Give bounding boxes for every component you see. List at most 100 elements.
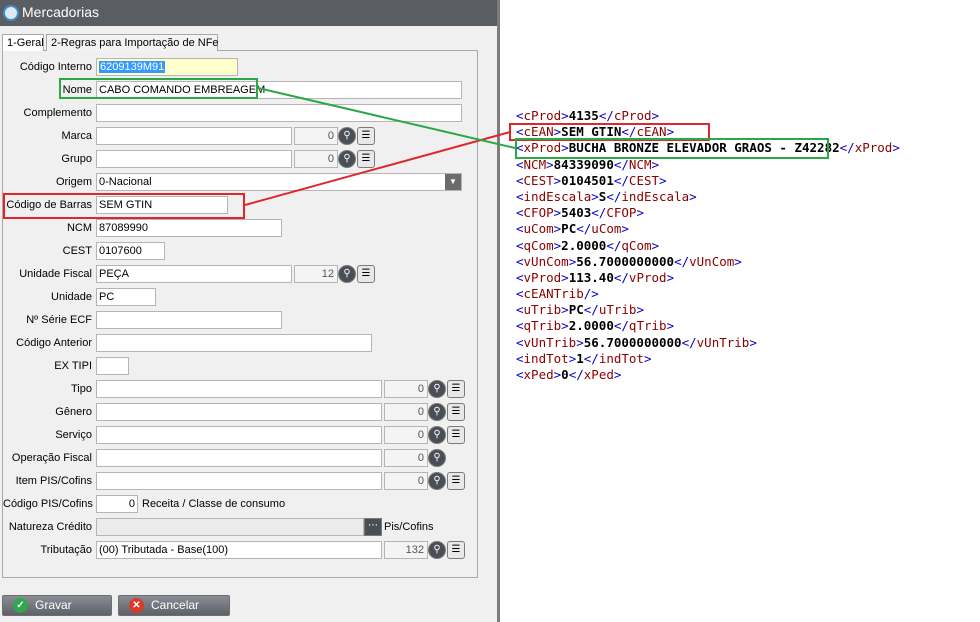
natureza-credito-suffix: Pis/Cofins [384,521,434,533]
xml-tag-name: vUnCom [689,253,735,269]
cancel-button[interactable]: ✕ Cancelar [118,595,230,616]
item-pis-cofins-lookup-magnifier-icon[interactable]: ⚲ [428,472,446,490]
genero-lookup-magnifier-icon[interactable]: ⚲ [428,403,446,421]
genero-list-icon[interactable]: ☰ [447,403,465,421]
grupo-lookup-magnifier-icon[interactable]: ⚲ [338,150,356,168]
button-bar: ✓ Gravar ✕ Cancelar [0,595,497,617]
unidade-fiscal-list-icon[interactable]: ☰ [357,265,375,283]
xml-line-xPed: <xPed>0</xPed> [516,367,900,383]
ex-tipi-input[interactable] [96,357,129,375]
unidade-input[interactable]: PC [96,288,156,306]
xml-tag-name: CFOP [606,205,637,221]
codigo-pis-cofins-label: Código PIS/Cofins [3,498,93,510]
ncm-input[interactable]: 87089990 [96,219,282,237]
xml-bracket: </ [576,221,592,237]
xml-bracket: < [516,286,524,302]
origem-label: Origem [55,176,92,188]
item-pis-cofins-list-icon[interactable]: ☰ [447,472,465,490]
marca-lookup-magnifier-icon[interactable]: ⚲ [338,127,356,145]
tab-regras-importacao[interactable]: 2-Regras para Importação de NFe [46,34,219,52]
xml-bracket: < [516,108,524,123]
natureza-credito-ellipsis-icon[interactable]: ⋯ [364,518,382,536]
unidade-fiscal-code[interactable]: 12 [294,265,338,283]
xml-bracket: > [666,269,675,285]
xml-line-qCom: <qCom>2.0000</qCom> [516,238,900,254]
grupo-label: Grupo [61,153,92,165]
xml-bracket: > [636,302,644,318]
xml-bracket: </ [613,172,629,188]
xml-line-vUnTrib: <vUnTrib>56.7000000000</vUnTrib> [516,335,900,351]
xml-tag-name: vUnTrib [696,334,750,350]
xml-line-indEscala: <indEscala>S</indEscala> [516,189,900,205]
cancel-button-label: Cancelar [151,598,200,612]
xml-value: 56.7000000000 [583,334,682,350]
xml-bracket: /> [583,286,599,302]
complemento-input[interactable] [96,104,462,122]
marca-list-icon[interactable]: ☰ [357,127,375,145]
serie-ecf-input[interactable] [96,311,282,329]
tributacao-list-icon[interactable]: ☰ [447,541,465,559]
operacao-fiscal-code[interactable]: 0 [384,449,428,467]
item-pis-cofins-label: Item PIS/Cofins [15,475,92,487]
xml-bracket: > [621,221,629,237]
xml-tag-name: indTot [598,350,644,366]
servico-label: Serviço [55,429,92,441]
check-circle-icon: ✓ [13,598,28,613]
tributacao-lookup-magnifier-icon[interactable]: ⚲ [428,541,446,559]
xml-tag-name: qTrib [628,318,667,334]
operacao-fiscal-input[interactable] [96,449,382,467]
codigo-pis-cofins-input[interactable]: 0 [96,495,138,513]
operacao-fiscal-label: Operação Fiscal [11,452,92,464]
xml-bracket: < [516,237,524,253]
grupo-code[interactable]: 0 [294,150,338,168]
xml-bracket: > [561,108,569,123]
xml-value: 56.7000000000 [576,253,675,269]
tributacao-input[interactable]: (00) Tributada - Base(100) [96,541,382,559]
xml-tag-name: indEscala [621,188,690,204]
natureza-credito-input[interactable] [96,518,364,536]
genero-code[interactable]: 0 [384,403,428,421]
genero-input[interactable] [96,403,382,421]
cest-input[interactable]: 0107600 [96,242,165,260]
servico-list-icon[interactable]: ☰ [447,426,465,444]
tipo-list-icon[interactable]: ☰ [447,380,465,398]
xml-bracket: < [516,253,524,269]
serie-ecf-label: Nº Série ECF [26,314,92,326]
xml-tag-name: cProd [523,108,562,123]
item-pis-cofins-input[interactable] [96,472,382,490]
xml-bracket: > [651,237,660,253]
xml-value: 5403 [561,205,592,221]
tipo-code[interactable]: 0 [384,380,428,398]
xml-bracket: < [516,302,524,318]
xml-tag-name: vUnCom [523,253,569,269]
xml-bracket: > [689,188,697,204]
marca-label: Marca [61,130,92,142]
marca-code[interactable]: 0 [294,127,338,145]
servico-code[interactable]: 0 [384,426,428,444]
grupo-input[interactable] [96,150,292,168]
unidade-fiscal-lookup-magnifier-icon[interactable]: ⚲ [338,265,356,283]
codigo-interno-input[interactable]: 6209139M91 [96,58,238,76]
marca-input[interactable] [96,127,292,145]
xml-line-uCom: <uCom>PC</uCom> [516,221,900,237]
codigo-interno-value: 6209139M91 [99,61,166,73]
tab-panel-geral: Código Interno 6209139M91 Nome CABO COMA… [2,51,478,578]
codigo-anterior-input[interactable] [96,334,372,352]
app-logo-icon [3,5,19,21]
tipo-input[interactable] [96,380,382,398]
unidade-fiscal-input[interactable]: PEÇA [96,265,292,283]
xml-value: 113.40 [568,269,614,285]
operacao-fiscal-lookup-magnifier-icon[interactable]: ⚲ [428,449,446,467]
tipo-lookup-magnifier-icon[interactable]: ⚲ [428,380,446,398]
xml-value: 0 [561,367,569,382]
tributacao-code[interactable]: 132 [384,541,428,559]
grupo-list-icon[interactable]: ☰ [357,150,375,168]
save-button[interactable]: ✓ Gravar [2,595,112,616]
codigo-barras-highlight-red [3,193,245,219]
xml-bracket: < [516,350,524,366]
item-pis-cofins-code[interactable]: 0 [384,472,428,490]
servico-input[interactable] [96,426,382,444]
origem-select[interactable]: 0-Nacional ▼ [96,173,462,191]
servico-lookup-magnifier-icon[interactable]: ⚲ [428,426,446,444]
chevron-down-icon[interactable]: ▼ [445,174,461,190]
